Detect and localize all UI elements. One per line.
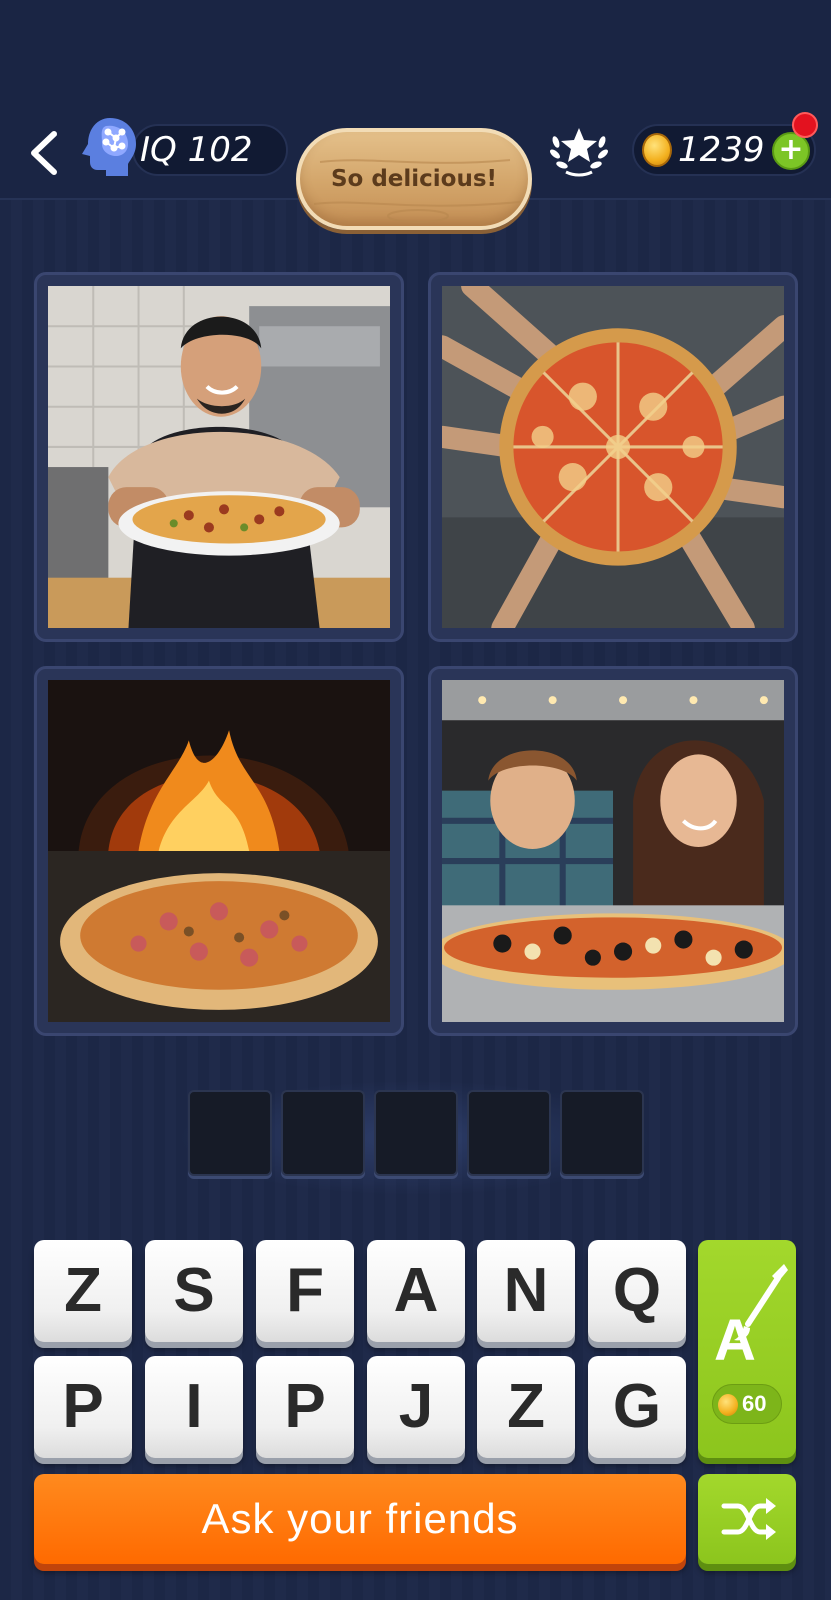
letter-key[interactable]: P bbox=[256, 1356, 354, 1458]
answer-slot-4[interactable] bbox=[467, 1090, 551, 1176]
back-arrow-icon bbox=[31, 131, 57, 175]
iq-score: IQ 102 bbox=[140, 130, 253, 170]
coin-icon bbox=[718, 1394, 738, 1416]
reveal-letter-hint-button[interactable]: A bbox=[698, 1240, 796, 1458]
praise-badge: So delicious! bbox=[296, 128, 532, 230]
letter-key[interactable]: G bbox=[588, 1356, 686, 1458]
letter-key[interactable]: N bbox=[477, 1240, 575, 1342]
coin-count: 1239 bbox=[678, 130, 765, 170]
letter-key[interactable]: A bbox=[367, 1240, 465, 1342]
notification-dot bbox=[792, 112, 818, 138]
ask-friends-button[interactable]: Ask your friends bbox=[34, 1474, 686, 1564]
coin-icon bbox=[642, 133, 672, 167]
badge-text: So delicious! bbox=[330, 166, 498, 192]
answer-slot-1[interactable] bbox=[188, 1090, 272, 1176]
letter-key[interactable]: Z bbox=[477, 1356, 575, 1458]
star-wreath-icon[interactable] bbox=[548, 120, 610, 180]
image-tile-pizza-in-wood-fired-oven[interactable] bbox=[34, 666, 404, 1036]
letter-brush-icon: A bbox=[714, 1264, 788, 1373]
letter-key[interactable]: J bbox=[367, 1356, 465, 1458]
letter-key[interactable]: P bbox=[34, 1356, 132, 1458]
image-tile-couple-watching-pizza-oven[interactable] bbox=[428, 666, 798, 1036]
image-tile-hands-grabbing-pizza-slices[interactable] bbox=[428, 272, 798, 642]
letter-key[interactable]: Z bbox=[34, 1240, 132, 1342]
letter-key[interactable]: I bbox=[145, 1356, 243, 1458]
letter-key[interactable]: S bbox=[145, 1240, 243, 1342]
shuffle-button[interactable] bbox=[698, 1474, 796, 1564]
letter-key[interactable]: Q bbox=[588, 1240, 686, 1342]
back-button[interactable] bbox=[26, 128, 66, 178]
answer-slot-2[interactable] bbox=[281, 1090, 365, 1176]
image-tile-chef-holding-pizza[interactable] bbox=[34, 272, 404, 642]
hint-cost: 60 bbox=[742, 1391, 767, 1416]
brain-head-icon bbox=[76, 114, 140, 184]
letter-key[interactable]: F bbox=[256, 1240, 354, 1342]
shuffle-icon bbox=[721, 1498, 776, 1540]
answer-slot-5[interactable] bbox=[560, 1090, 644, 1176]
answer-slot-3[interactable] bbox=[374, 1090, 458, 1176]
